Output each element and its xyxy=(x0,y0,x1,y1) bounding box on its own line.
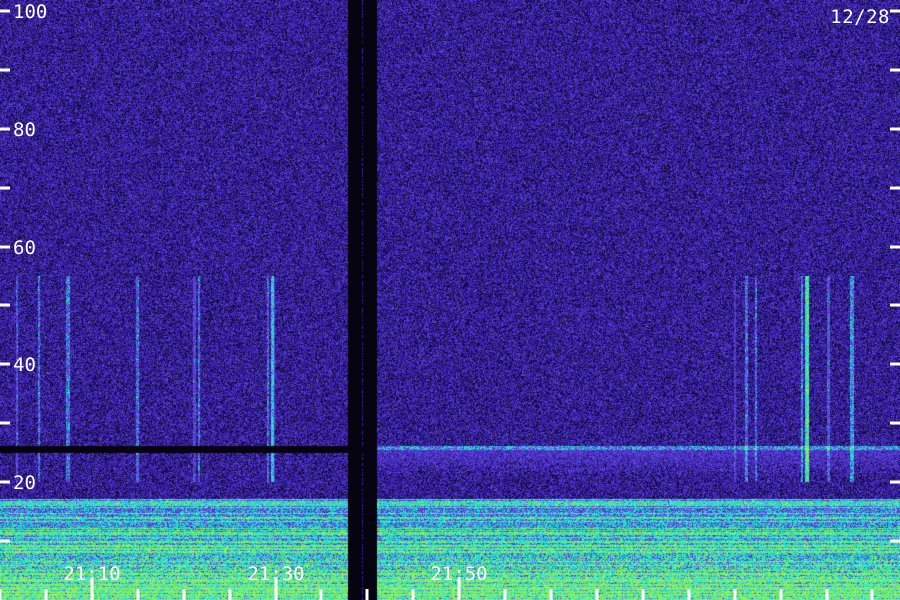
y-tick-label: 100 xyxy=(13,1,47,23)
date-label: 12/28 xyxy=(830,6,890,28)
y-tick-label: 40 xyxy=(13,354,36,376)
x-tick-label: 21:30 xyxy=(247,563,304,585)
x-tick-label: 21:10 xyxy=(63,563,120,585)
y-tick-label: 20 xyxy=(13,472,36,494)
spectrogram-chart: 20 40 60 80 100 21:10 21:30 21:50 12/28 xyxy=(0,0,900,600)
axes-overlay: 20 40 60 80 100 21:10 21:30 21:50 xyxy=(0,1,900,600)
y-tick-label: 80 xyxy=(13,119,36,141)
y-tick-label: 60 xyxy=(13,237,36,259)
x-tick-label: 21:50 xyxy=(430,563,487,585)
